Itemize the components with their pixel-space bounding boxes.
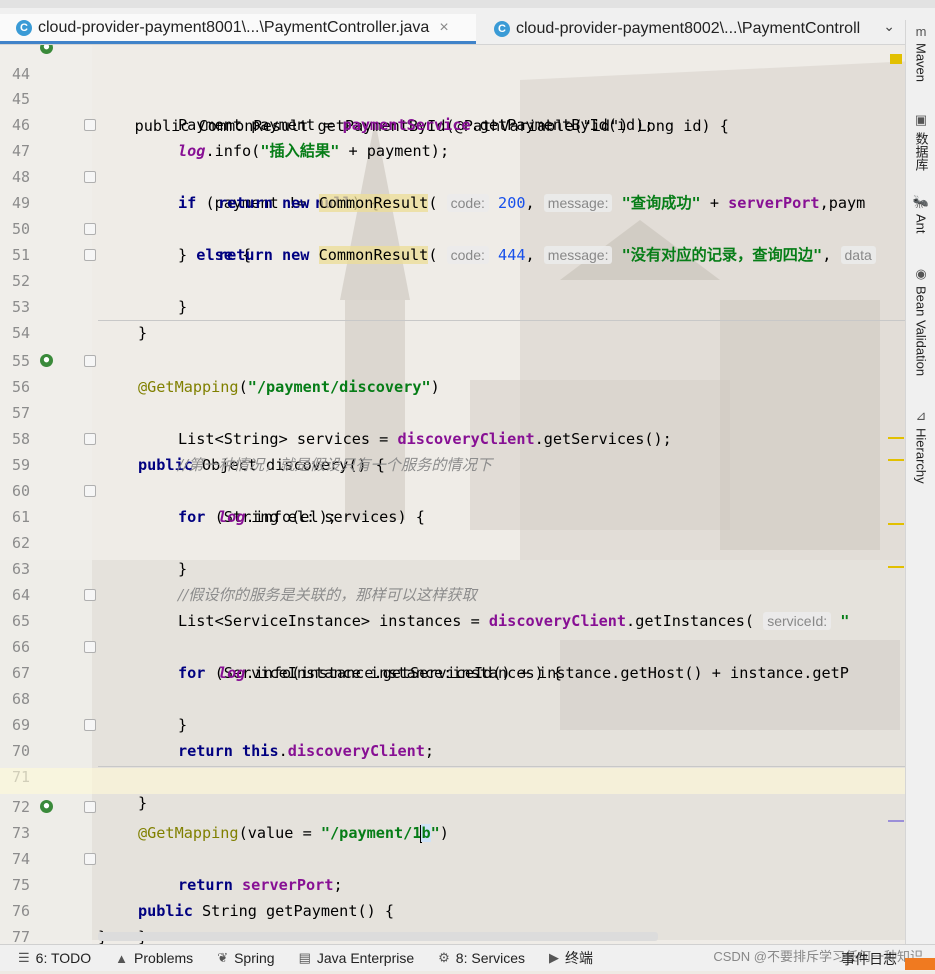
code-line-61: 61 }	[0, 478, 905, 578]
code-line-49: 49 } else {	[0, 164, 905, 264]
code-line-69: 69 return this.discoveryClient;	[11, 716, 435, 760]
code-line-53: 53	[11, 298, 30, 316]
services-tool-button[interactable]: ⚙ 8: Services	[438, 950, 525, 966]
bean-validation-icon: ◉	[915, 266, 927, 281]
tab-payment-controller-8001[interactable]: C cloud-provider-payment8001\...\Payment…	[0, 14, 476, 44]
code-line-48: 48 return new CommonResult( code: 200, m…	[11, 168, 866, 212]
warning-stripe-marker[interactable]	[888, 459, 904, 461]
warning-stripe-marker[interactable]	[888, 523, 904, 525]
fold-marker[interactable]	[84, 249, 96, 261]
code-line-57: 57 List<String> services = discoveryClie…	[11, 404, 672, 448]
code-line-72-current: 72 @GetMapping(value = "/payment/1b")	[0, 768, 905, 843]
code-line-66: 66 log.info(instance.getServiceId() + in…	[11, 638, 849, 682]
tab-label: cloud-provider-payment8001\...\PaymentCo…	[38, 18, 430, 36]
right-tool-window-bar: m Maven ▣ 数据库 🐜 Ant ◉ Bean Validation ⊿ …	[905, 20, 935, 944]
run-gutter-icon[interactable]: ●	[40, 354, 53, 367]
code-line-67: 67 }	[0, 634, 905, 734]
code-line-77: 77	[11, 928, 30, 944]
code-line-74: 74 return serverPort;	[11, 850, 343, 894]
code-line-45: 45 Payment payment = paymentService.getP…	[11, 90, 654, 134]
code-line-60: 60 log.info(el);	[11, 482, 337, 526]
spring-leaf-icon: ❦	[217, 950, 229, 965]
terminal-tool-button[interactable]: ▶ 终端	[549, 948, 593, 968]
todo-tool-button[interactable]: ☰ 6: TODO	[18, 950, 91, 966]
fold-marker[interactable]	[84, 223, 96, 235]
tool-window-database[interactable]: ▣ 数据库	[908, 112, 934, 171]
tool-window-hierarchy[interactable]: ⊿ Hierarchy	[908, 408, 934, 484]
maven-icon: m	[915, 24, 927, 39]
notification-badge	[905, 958, 935, 970]
code-line-44: 44 ● public CommonResult getPaymentById(…	[0, 44, 905, 135]
tool-window-bean-validation[interactable]: ◉ Bean Validation	[908, 266, 934, 376]
tab-payment-controller-8002[interactable]: C cloud-provider-payment8002\...\Payment…	[478, 14, 878, 44]
database-icon: ▣	[914, 112, 928, 127]
code-line-62: 62	[11, 534, 30, 552]
code-line-54: 54	[11, 324, 30, 342]
code-line-50: 50 return new CommonResult( code: 444, m…	[0, 190, 905, 264]
tab-list-dropdown-icon[interactable]: ⌄	[883, 18, 895, 35]
services-icon: ⚙	[438, 950, 450, 965]
warning-icon: ▲	[115, 950, 129, 966]
java-class-icon: C	[16, 19, 32, 36]
code-line-64: 64 List<ServiceInstance> instances = dis…	[11, 586, 850, 630]
java-class-icon: C	[494, 21, 510, 37]
code-editor[interactable]: 44 ● public CommonResult getPaymentById(…	[0, 44, 905, 944]
problems-tool-button[interactable]: ▲ Problems	[115, 950, 193, 966]
fold-marker[interactable]	[84, 119, 96, 131]
code-line-73: 73 ● public String getPayment() {	[11, 800, 395, 920]
fold-marker[interactable]	[84, 589, 96, 601]
info-stripe-marker[interactable]	[888, 820, 904, 822]
list-icon: ☰	[18, 950, 30, 965]
code-line-52: 52 }	[0, 242, 905, 342]
fold-marker[interactable]	[84, 719, 96, 731]
terminal-icon: ▶	[549, 950, 560, 965]
tool-window-ant[interactable]: 🐜 Ant	[908, 194, 934, 234]
code-line-56: 56 ● public Object discovery() {	[11, 354, 385, 474]
hierarchy-icon: ⊿	[915, 408, 927, 423]
run-gutter-icon[interactable]: ●	[40, 44, 53, 54]
warning-stripe-marker[interactable]	[888, 566, 904, 568]
spring-tool-button[interactable]: ❦ Spring	[217, 950, 274, 966]
tab-label: cloud-provider-payment8002\...\PaymentCo…	[516, 20, 861, 37]
fold-marker[interactable]	[84, 171, 96, 183]
java-enterprise-tool-button[interactable]: ▤ Java Enterprise	[299, 950, 415, 966]
code-line-58: 58 //第一种情况，就是假设只有一个服务的情况下	[11, 430, 492, 474]
code-line-65: 65 for (ServiceInstance instance:instanc…	[0, 582, 905, 682]
code-line-55: 55 @GetMapping("/payment/discovery")	[11, 352, 440, 396]
fold-marker[interactable]	[84, 355, 96, 367]
fold-marker[interactable]	[84, 801, 96, 813]
fold-marker[interactable]	[84, 433, 96, 445]
tool-window-maven[interactable]: m Maven	[908, 24, 934, 82]
code-line-68: 68	[11, 690, 30, 708]
code-line-46: 46 log.info("插入結果" + payment);	[11, 116, 450, 160]
run-gutter-icon[interactable]: ●	[40, 800, 53, 813]
ant-icon: 🐜	[912, 194, 930, 209]
code-line-70: 70 }	[0, 712, 905, 812]
analysis-status-icon[interactable]	[890, 54, 902, 64]
method-separator	[98, 320, 905, 321]
warning-stripe-marker[interactable]	[888, 437, 904, 439]
horizontal-scrollbar[interactable]	[98, 932, 658, 941]
fold-marker[interactable]	[84, 641, 96, 653]
code-line-63: 63 //假设你的服务是关联的，那样可以这样获取	[11, 560, 477, 604]
method-separator	[98, 766, 905, 767]
close-icon[interactable]: ×	[439, 19, 448, 37]
code-line-76: 76 }	[11, 902, 107, 944]
toolbar-strip	[0, 0, 935, 8]
java-enterprise-icon: ▤	[298, 950, 311, 965]
code-line-51: 51 }	[0, 216, 905, 316]
code-line-75: 75 }	[0, 846, 905, 944]
fold-marker[interactable]	[84, 485, 96, 497]
code-line-47: 47 if (payment != null) {	[0, 112, 905, 212]
editor-tab-bar: C cloud-provider-payment8001\...\Payment…	[0, 0, 935, 45]
code-line-59: 59 for (String el: services) {	[0, 426, 905, 526]
code-line-71: 71	[0, 738, 905, 786]
fold-marker[interactable]	[84, 853, 96, 865]
